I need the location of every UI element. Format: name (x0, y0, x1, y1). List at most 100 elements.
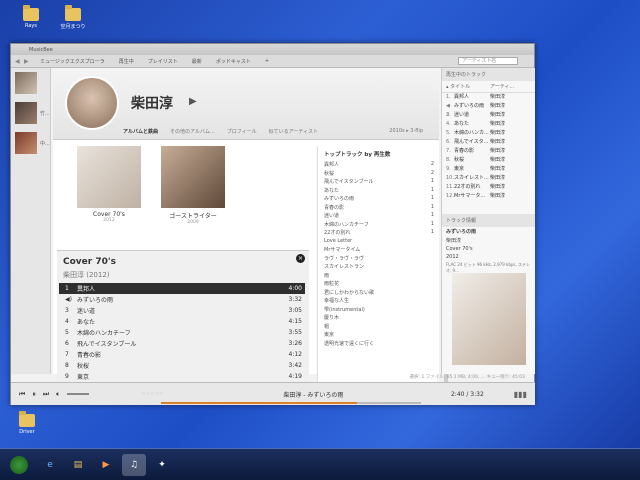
next-icon[interactable]: ⏭ (43, 390, 49, 399)
play-count: 1 (430, 178, 434, 184)
top-track-row[interactable]: あなた 1 (318, 187, 437, 196)
tab-now-playing[interactable]: 再生中 (112, 58, 141, 65)
subtab-profile[interactable]: プロフィール (227, 128, 257, 135)
album-track-row[interactable]: 4 あなた 4:15 (59, 316, 305, 327)
subtab-similar-artists[interactable]: 似ているアーティスト (269, 128, 318, 135)
queue-number: 9. (446, 166, 451, 172)
top-track-title: 木綿のハンカチーフ (324, 221, 369, 228)
track-number: 1 (65, 285, 69, 292)
queue-row[interactable]: 4. あなた 柴田淳 (442, 120, 535, 129)
album-track-row[interactable]: 8 秋桜 3:42 (59, 360, 305, 371)
track-info-album: Cover 70's (446, 246, 473, 252)
desktop-icon-rays[interactable]: Rays (14, 5, 48, 29)
queue-row[interactable]: 6. 飛んでイスタ... 柴田淳 (442, 138, 535, 147)
media-player-icon[interactable]: ▶ (94, 454, 118, 476)
top-track-row[interactable]: 22才の別れ 1 (318, 229, 437, 238)
album-track-row[interactable]: ◀) みずいろの雨 3:32 (59, 294, 305, 305)
app-taskbar-icon[interactable]: ✦ (150, 454, 174, 476)
album-tile[interactable]: Cover 70's 2012 (77, 146, 141, 223)
album-track-row[interactable]: 5 木綿のハンカチーフ 3:55 (59, 327, 305, 338)
album-cover (77, 146, 141, 208)
desktop-icon-folder[interactable]: 空月まつり (56, 5, 90, 30)
queue-row[interactable]: 3. 迷い道 柴田淳 (442, 111, 535, 120)
queue-row[interactable]: ◀ 2. みずいろの雨 柴田淳 (442, 102, 535, 118)
queue-row[interactable]: 9. 東京 柴田淳 (442, 165, 535, 174)
desktop-icon-driver[interactable]: Driver (10, 411, 44, 435)
top-track-row[interactable]: 青春の影 1 (318, 204, 437, 213)
volume-icon[interactable]: 🔈︎ (56, 390, 60, 399)
play-count: 1 (430, 229, 434, 235)
tab-recent[interactable]: 最新 (185, 58, 209, 65)
top-track-row[interactable]: 迷い道 1 (318, 212, 437, 221)
queue-row[interactable]: 7. 青春の影 柴田淳 (442, 147, 535, 156)
album-tile[interactable]: ゴーストライター 2009 (161, 146, 225, 225)
queue-row[interactable]: 8. 秋桜 柴田淳 (442, 156, 535, 165)
rail-item[interactable] (11, 68, 50, 98)
rating-stars[interactable]: ☆☆☆☆☆ (141, 391, 163, 397)
top-track-row[interactable]: 帽 (318, 323, 437, 332)
top-track-row[interactable]: みずいろの雨 1 (318, 195, 437, 204)
rail-item[interactable]: 竹... (11, 98, 50, 128)
top-track-row[interactable]: 慶り木 (318, 314, 437, 323)
title-bar[interactable]: MusicBee (11, 44, 534, 55)
explorer-icon[interactable]: ▤ (66, 454, 90, 476)
start-button[interactable] (10, 455, 28, 474)
queue-row[interactable]: 1. 異邦人 柴田淳 (442, 93, 535, 102)
top-track-row[interactable]: Love Letter (318, 238, 437, 247)
top-track-row[interactable]: スカイレストラン (318, 263, 437, 272)
equalizer-icon[interactable]: ▮▮▮ (514, 390, 527, 399)
subtab-other-albums[interactable]: その他のアルバム... (170, 128, 215, 135)
top-track-row[interactable]: ラヴ・ラヴ・ラヴ (318, 255, 437, 264)
music-explorer-panel: 柴田淳 ▶ アルバムと鉄曲 その他のアルバム... プロフィール 似ているアーテ… (53, 68, 439, 400)
queue-artist: 柴田淳 (490, 103, 506, 109)
top-track-row[interactable]: 雨粒花 (318, 280, 437, 289)
playback-time: 2:40 / 3:32 (450, 390, 484, 398)
top-track-row[interactable]: 木綿のハンカチーフ 1 (318, 221, 437, 230)
album-track-row[interactable]: 1 異邦人 4:00 (59, 283, 305, 294)
desktop-icon-label: 空月まつり (60, 24, 86, 30)
album-track-row[interactable]: 3 迷い道 3:05 (59, 305, 305, 316)
pause-icon[interactable]: ⏸ (32, 390, 36, 399)
top-track-row[interactable]: 異邦人 2 (318, 161, 437, 170)
queue-row[interactable]: 11. 22才の別れ 柴田淳 (442, 183, 535, 192)
rail-item-label: 竹... (40, 110, 50, 117)
top-track-row[interactable]: 透明光速で遠くに行く (318, 340, 437, 349)
top-track-row[interactable]: 君にしかわからない歌 (318, 289, 437, 298)
queue-row[interactable]: 12. Mrサマータ... 柴田淳 (442, 192, 535, 201)
progress-bar[interactable] (161, 402, 421, 404)
ie-icon[interactable]: e (38, 454, 62, 476)
column-title[interactable]: ▴ タイトル (446, 83, 490, 90)
top-track-row[interactable]: 雨 (318, 272, 437, 281)
forward-icon[interactable]: ▶ (24, 58, 33, 65)
subtab-albums[interactable]: アルバムと鉄曲 (123, 128, 158, 135)
track-number: 5 (65, 329, 69, 336)
top-track-row[interactable]: 東京 (318, 331, 437, 340)
tab-playlists[interactable]: プレイリスト (141, 58, 185, 65)
tab-podcasts[interactable]: ポッドキャスト (209, 58, 258, 65)
volume-slider[interactable] (67, 393, 90, 395)
tab-music-explorer[interactable]: ミュージックエクスプローラ (33, 58, 112, 65)
play-count (427, 238, 437, 247)
queue-number: 6. (446, 139, 451, 145)
previous-icon[interactable]: ⏮ (19, 390, 25, 399)
top-track-row[interactable]: 雫(instrumental) (318, 306, 437, 315)
top-track-row[interactable]: 飛んでイスタンブール 1 (318, 178, 437, 187)
back-icon[interactable]: ◀ (15, 58, 24, 65)
top-track-row[interactable]: Mrサマータイム (318, 246, 437, 255)
top-track-title: 迷い道 (324, 213, 340, 219)
album-track-row[interactable]: 6 飛んでイスタンブール 3:26 (59, 338, 305, 349)
top-track-row[interactable]: 幸福な人生 (318, 297, 437, 306)
top-track-row[interactable]: 秋桜 2 (318, 170, 437, 179)
album-year: 2009 (187, 220, 199, 225)
rail-item[interactable]: 中... (11, 128, 50, 158)
column-artist[interactable]: アーティ... (490, 83, 514, 90)
add-tab-button[interactable]: + (258, 58, 276, 64)
close-icon[interactable]: × (296, 254, 305, 263)
search-input[interactable]: アーティスト名 (458, 57, 518, 65)
play-artist-icon[interactable]: ▶ (189, 96, 197, 107)
musicbee-taskbar-icon[interactable]: ♫ (122, 453, 146, 476)
queue-row[interactable]: 5. 木綿のハンカ... 柴田淳 (442, 129, 535, 138)
queue-artist: 柴田淳 (490, 175, 506, 181)
queue-row[interactable]: 10. スカイレスト... 柴田淳 (442, 174, 535, 183)
album-track-row[interactable]: 7 青春の影 4:12 (59, 349, 305, 360)
